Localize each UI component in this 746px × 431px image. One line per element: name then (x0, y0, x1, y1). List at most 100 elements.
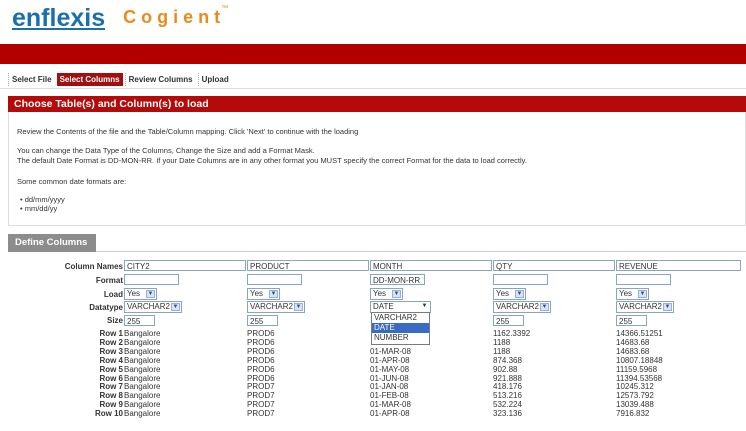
dropdown-option-number[interactable]: NUMBER (372, 333, 429, 343)
tab-review-columns[interactable]: Review Columns (124, 72, 196, 86)
load-select[interactable]: Yes ▼ (493, 288, 526, 300)
table-cell: 902.88 (493, 364, 518, 374)
bullet-2-text: mm/dd/yy (24, 204, 58, 213)
table-cell: PROD6 (247, 337, 275, 347)
table-cell: 12573.792 (616, 391, 654, 401)
datatype-select[interactable]: VARCHAR2 ▼ (493, 301, 551, 313)
load-select-value: Yes (496, 289, 510, 298)
table-cell: 01-MAY-08 (370, 364, 410, 374)
table-cell: PROD6 (247, 373, 275, 383)
table-cell: 01-APR-08 (370, 409, 410, 419)
row-label: Row 1 (99, 329, 123, 338)
table-cell: 01-FEB-08 (370, 391, 409, 401)
table-cell: 11394.53568 (616, 373, 663, 383)
format-field[interactable] (493, 274, 548, 285)
row-label: Row 2 (99, 337, 123, 347)
table-cell: Bangalore (124, 364, 161, 374)
table-cell: PROD7 (247, 382, 275, 392)
column-name-field[interactable]: QTY (493, 260, 615, 271)
datatype-select-value: VARCHAR2 (496, 302, 539, 311)
table-cell: 01-APR-08 (370, 355, 410, 365)
chevron-down-icon: ▼ (663, 303, 672, 311)
table-cell: 10245.312 (616, 382, 654, 392)
chevron-down-icon: ▼ (392, 290, 401, 298)
table-cell: Bangalore (124, 337, 161, 347)
tab-select-file[interactable]: Select File (8, 72, 55, 86)
datatype-dropdown-list: VARCHAR2 DATE NUMBER (371, 312, 430, 345)
datatype-select[interactable]: VARCHAR2 ▼ (616, 301, 674, 313)
table-cell: PROD7 (247, 391, 275, 401)
load-select-value: Yes (127, 289, 141, 298)
table-cell: 13039.488 (616, 400, 654, 410)
label-datatype: Datatype (89, 303, 123, 312)
load-select-value: Yes (250, 289, 264, 298)
datatype-select-value: VARCHAR2 (250, 302, 293, 311)
table-cell: Bangalore (124, 355, 161, 365)
format-field[interactable] (247, 274, 302, 285)
tab-select-columns[interactable]: Select Columns (56, 72, 123, 86)
bullet-2: • mm/dd/yy (20, 204, 58, 213)
format-field[interactable]: DD-MON-RR (370, 274, 425, 285)
table-cell: 532.224 (493, 400, 522, 410)
chevron-down-icon: ▼ (638, 290, 647, 298)
table-cell: 01-JAN-08 (370, 382, 409, 392)
column-name-field[interactable]: PRODUCT (247, 260, 369, 271)
table-cell: Bangalore (124, 400, 161, 410)
load-select[interactable]: Yes ▼ (124, 288, 157, 300)
row-label: Row 5 (99, 364, 123, 374)
table-cell: 1188 (493, 337, 511, 347)
column-name-field[interactable]: MONTH (370, 260, 492, 271)
label-size: Size (106, 316, 123, 325)
table-cell: 7916.832 (616, 409, 650, 419)
table-cell: PROD6 (247, 329, 275, 338)
row-label: Row 6 (99, 373, 123, 383)
table-cell: Bangalore (124, 382, 161, 392)
load-select[interactable]: Yes ▼ (370, 288, 403, 300)
wizard-tabs: Select File Select Columns Review Column… (8, 72, 234, 86)
size-field[interactable]: 255 (124, 315, 155, 326)
tab-upload[interactable]: Upload (197, 72, 232, 86)
dropdown-option-varchar2[interactable]: VARCHAR2 (372, 313, 429, 323)
row-label: Row 4 (99, 355, 123, 365)
instruction-line-1: Review the Contents of the file and the … (17, 127, 359, 136)
datatype-select-value: VARCHAR2 (127, 302, 170, 311)
table-cell: 01-MAR-08 (370, 400, 411, 410)
table-cell: 14683.68 (616, 346, 650, 356)
datatype-select[interactable]: VARCHAR2 ▼ (124, 301, 182, 313)
table-cell: 10807.18848 (616, 355, 663, 365)
datatype-select-value: DATE (373, 302, 394, 311)
datatype-select[interactable]: VARCHAR2 ▼ (247, 301, 305, 313)
table-cell: 11159.5968 (616, 364, 658, 374)
table-cell: Bangalore (124, 391, 161, 401)
format-field[interactable] (124, 274, 179, 285)
format-field[interactable] (616, 274, 671, 285)
dropdown-option-date[interactable]: DATE (372, 323, 429, 333)
instruction-line-2: You can change the Data Type of the Colu… (17, 146, 315, 155)
chevron-down-icon: ▼ (515, 290, 524, 298)
column-name-field[interactable]: REVENUE (616, 260, 741, 271)
table-cell: PROD6 (247, 355, 275, 365)
load-select[interactable]: Yes ▼ (616, 288, 649, 300)
column-name-field[interactable]: CITY2 (124, 260, 246, 271)
app-logo: enflexis Cogient™ (12, 4, 232, 33)
size-field[interactable]: 255 (247, 315, 278, 326)
table-cell: PROD6 (247, 346, 275, 356)
size-field[interactable]: 255 (493, 315, 524, 326)
chevron-down-icon: ▼ (146, 290, 155, 298)
table-cell: Bangalore (124, 346, 161, 356)
size-field[interactable]: 255 (616, 315, 647, 326)
load-select[interactable]: Yes ▼ (247, 288, 280, 300)
row-label: Row 7 (99, 382, 123, 392)
chevron-down-icon: ▼ (540, 303, 549, 311)
table-cell: 323.136 (493, 409, 522, 419)
label-column-names: Column Names (64, 262, 123, 271)
table-cell: 418.176 (493, 382, 522, 392)
datatype-select-value: VARCHAR2 (619, 302, 662, 311)
tabs-divider (0, 88, 746, 89)
row-label: Row 10 (94, 409, 123, 419)
logo-tm: ™ (221, 5, 229, 12)
table-cell: 1162.3392 (493, 329, 531, 338)
chevron-down-icon: ▼ (294, 303, 303, 311)
logo-brand: enflexis (12, 4, 106, 32)
table-cell: PROD6 (247, 364, 275, 374)
